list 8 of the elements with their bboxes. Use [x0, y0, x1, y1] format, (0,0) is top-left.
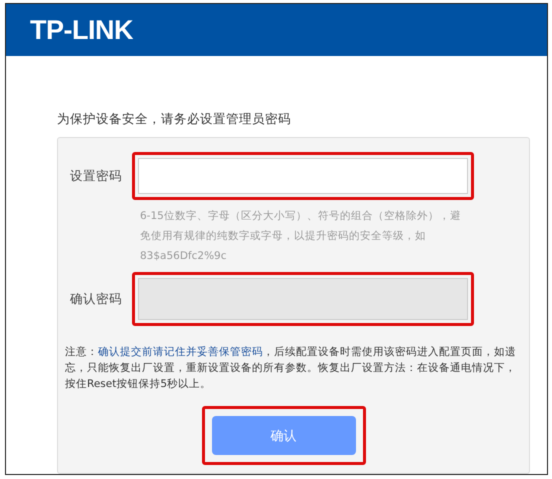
- field-label: 设置密码: [70, 168, 123, 184]
- confirm-button[interactable]: 确认: [212, 416, 356, 455]
- note-text: 注意：确认提交前请记住并妥善保管密码，后续配置设备时需使用该密码进入配置页面，如遗忘，只能恢复出厂设置，重新设置设备的所有参数。恢复出厂设置方法：在设备通电情况下，按住Reset按钮保持5秒以上。: [65, 345, 517, 392]
- heading: 为保护设备安全，请务必设置管理员密码: [57, 111, 292, 128]
- field-label: 确认密码: [70, 290, 123, 308]
- logo: TP-LINK: [30, 14, 133, 46]
- password-field[interactable]: [138, 158, 468, 194]
- hint-text: 6-15位数字、字母（区分大小写）、符号的组合（空格除外），避免使用有规律的纯数字或字母，以提升密码的安全等级，如83$a56Dfc2%9c: [140, 209, 462, 264]
